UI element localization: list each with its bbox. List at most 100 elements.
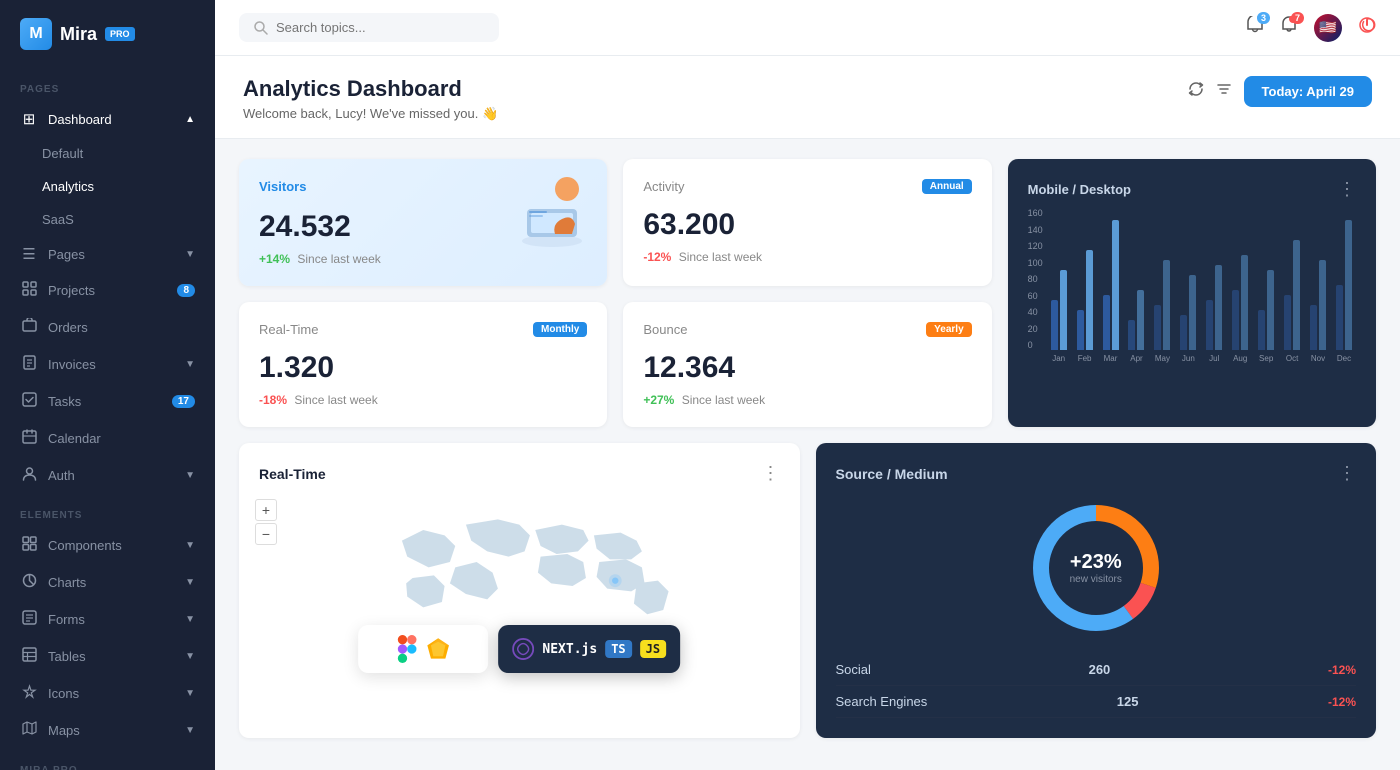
page-header: Analytics Dashboard Welcome back, Lucy! … [215, 56, 1400, 139]
sidebar-item-label: Projects [48, 283, 95, 298]
mobile-desktop-more[interactable]: ⋮ [1338, 179, 1356, 200]
donut-chart: +23% new visitors [1026, 498, 1166, 638]
stats-grid: Visitors 24.532 +14% Si [239, 159, 1376, 427]
sidebar-item-maps[interactable]: Maps ▼ [0, 712, 215, 749]
map-more-button[interactable]: ⋮ [762, 463, 780, 484]
visitors-card: Visitors 24.532 +14% Si [239, 159, 607, 286]
maps-icon [20, 721, 38, 740]
figma-sketch-logo [358, 625, 488, 673]
source-medium-card: Source / Medium ⋮ [816, 443, 1377, 738]
dashboard-icon: ⊞ [20, 110, 38, 128]
chevron-icon: ▼ [185, 577, 195, 588]
calendar-icon [20, 429, 38, 448]
donut-sub: new visitors [1070, 574, 1122, 585]
sidebar-item-tables[interactable]: Tables ▼ [0, 638, 215, 675]
visitors-pct: +14% [259, 252, 290, 266]
sidebar-item-calendar[interactable]: Calendar [0, 420, 215, 457]
date-button[interactable]: Today: April 29 [1244, 76, 1372, 107]
sidebar-item-label: Calendar [48, 431, 101, 446]
sidebar-item-label: Tables [48, 649, 86, 664]
sidebar-item-label: Tasks [48, 394, 81, 409]
topbar: 3 7 🇺🇸 [215, 0, 1400, 56]
nextjs-redux-ts-js-logo: NEXT.js TS JS [498, 625, 680, 673]
visitors-change: +14% Since last week [259, 252, 587, 266]
realtime-card: Real-Time Monthly 1.320 -18% Since last … [239, 302, 607, 427]
sidebar-item-default[interactable]: Default [0, 137, 215, 170]
sidebar-item-label: Forms [48, 612, 85, 627]
donut-chart-area: +23% new visitors [836, 498, 1357, 638]
source-val-social: 260 [1089, 662, 1111, 677]
mira-pro-label: MIRA PRO [0, 749, 215, 770]
auth-icon [20, 466, 38, 485]
bounce-card: Bounce Yearly 12.364 +27% Since last wee… [623, 302, 991, 427]
sidebar-item-orders[interactable]: Orders [0, 309, 215, 346]
source-chg-search: -12% [1328, 695, 1356, 709]
sidebar-item-icons[interactable]: Icons ▼ [0, 675, 215, 712]
pages-icon: ☰ [20, 245, 38, 263]
source-name-social: Social [836, 662, 871, 677]
sidebar-item-pages[interactable]: ☰ Pages ▼ [0, 236, 215, 272]
projects-badge: 8 [177, 284, 195, 297]
visitor-illustration [507, 169, 597, 249]
sidebar: M Mira PRO PAGES ⊞ Dashboard ▲ Default A… [0, 0, 215, 770]
forms-icon [20, 610, 38, 629]
sidebar-item-auth[interactable]: Auth ▼ [0, 457, 215, 494]
realtime-change: -18% Since last week [259, 393, 587, 407]
search-wrap[interactable] [239, 13, 499, 42]
search-input[interactable] [276, 20, 476, 35]
search-icon [253, 20, 268, 35]
message-badge: 3 [1257, 12, 1270, 24]
tables-icon [20, 647, 38, 666]
sidebar-item-projects[interactable]: Projects 8 [0, 272, 215, 309]
donut-pct: +23% [1070, 551, 1122, 574]
map-container: NEXT.js TS JS [259, 498, 780, 663]
tasks-badge: 17 [172, 395, 195, 408]
chevron-icon: ▼ [185, 651, 195, 662]
pages-section-label: PAGES [0, 68, 215, 101]
activity-value: 63.200 [643, 208, 971, 242]
bounce-value: 12.364 [643, 351, 971, 385]
sidebar-item-dashboard[interactable]: ⊞ Dashboard ▲ [0, 101, 215, 137]
elements-section-label: ELEMENTS [0, 494, 215, 527]
chevron-icon: ▼ [185, 249, 195, 260]
logo-icon: M [20, 18, 52, 50]
sidebar-item-tasks[interactable]: Tasks 17 [0, 383, 215, 420]
sidebar-item-analytics[interactable]: Analytics [0, 170, 215, 203]
chevron-icon: ▼ [185, 470, 195, 481]
page-subtitle: Welcome back, Lucy! We've missed you. 👋 [243, 106, 498, 122]
sidebar-item-label: Dashboard [48, 112, 112, 127]
sidebar-item-label: Orders [48, 320, 88, 335]
mobile-desktop-card: Mobile / Desktop ⋮ 160 140 120 100 80 60… [1008, 159, 1376, 427]
notifications-bell-button[interactable]: 7 [1280, 16, 1298, 39]
notifications-messages-button[interactable]: 3 [1246, 16, 1264, 39]
realtime-value: 1.320 [259, 351, 587, 385]
page-header-left: Analytics Dashboard Welcome back, Lucy! … [243, 76, 498, 122]
invoices-icon [20, 355, 38, 374]
orders-icon [20, 318, 38, 337]
sidebar-item-components[interactable]: Components ▼ [0, 527, 215, 564]
sidebar-item-saas[interactable]: SaaS [0, 203, 215, 236]
activity-label: Activity [643, 179, 684, 194]
sidebar-item-charts[interactable]: Charts ▼ [0, 564, 215, 601]
pro-badge: PRO [105, 27, 135, 41]
locale-flag[interactable]: 🇺🇸 [1314, 14, 1342, 42]
chevron-icon: ▼ [185, 540, 195, 551]
bounce-change: +27% Since last week [643, 393, 971, 407]
map-title-row: Real-Time ⋮ [259, 463, 780, 484]
bounce-pct: +27% [643, 393, 674, 407]
power-button[interactable] [1358, 16, 1376, 39]
filter-button[interactable] [1216, 81, 1232, 102]
refresh-button[interactable] [1188, 81, 1204, 102]
projects-icon [20, 281, 38, 300]
visitors-since: Since last week [297, 252, 380, 266]
bounce-since: Since last week [682, 393, 765, 407]
bell-badge: 7 [1291, 12, 1304, 24]
components-icon [20, 536, 38, 555]
activity-pct: -12% [643, 250, 671, 264]
sidebar-item-label: Default [42, 146, 83, 161]
source-name-search: Search Engines [836, 694, 928, 709]
source-more-button[interactable]: ⋮ [1338, 463, 1356, 484]
sidebar-item-label: Invoices [48, 357, 96, 372]
sidebar-item-forms[interactable]: Forms ▼ [0, 601, 215, 638]
sidebar-item-invoices[interactable]: Invoices ▼ [0, 346, 215, 383]
